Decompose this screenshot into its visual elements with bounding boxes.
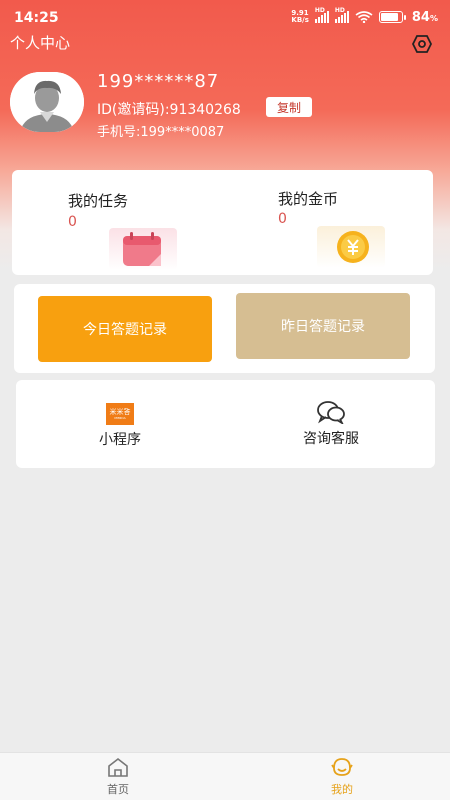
username: 199******87 — [97, 71, 220, 92]
nav-label-mine: 我的 — [331, 783, 353, 796]
page-title: 个人中心 — [10, 34, 71, 52]
battery-percent: 84% — [411, 9, 438, 25]
signal-1-icon: HD — [314, 7, 329, 23]
chat-bubbles-icon — [317, 401, 345, 424]
nav-label-home: 首页 — [107, 783, 129, 796]
network-speed: 9.91 KB/s — [291, 10, 308, 24]
mini-program-logo-subtext: MIMIDA — [114, 416, 126, 420]
nav-item-mine[interactable]: 我的 — [312, 757, 372, 797]
my-tasks-value: 0 — [68, 214, 77, 230]
battery-icon — [378, 11, 406, 23]
avatar-silhouette-icon — [10, 72, 84, 132]
mini-program-item[interactable]: 米米答 MIMIDA 小程序 — [88, 403, 152, 449]
records-card: 今日答题记录 昨日答题记录 — [14, 284, 435, 373]
status-bar: 14:25 9.91 KB/s HD HD 84% — [0, 0, 450, 30]
my-tasks-label: 我的任务 — [68, 192, 129, 210]
stats-card: 我的任务 0 我的金币 0 — [12, 170, 433, 275]
task-illustration — [109, 228, 177, 270]
phone-number: 手机号:199****0087 — [97, 125, 225, 140]
battery-fill — [380, 13, 398, 21]
yesterday-records-button[interactable]: 昨日答题记录 — [236, 293, 410, 359]
calendar-icon — [123, 232, 161, 266]
signal-badge-2: HD — [334, 7, 345, 14]
signal-badge: HD — [314, 7, 325, 14]
coin-illustration — [317, 226, 385, 268]
bottom-nav: 首页 我的 — [0, 752, 450, 800]
consult-service-item[interactable]: 咨询客服 — [294, 400, 368, 448]
avatar[interactable] — [10, 72, 84, 132]
copy-button[interactable]: 复制 — [266, 97, 312, 117]
status-time: 14:25 — [14, 10, 59, 26]
network-speed-unit: KB/s — [291, 16, 309, 24]
status-indicators: 9.91 KB/s HD HD 84% — [291, 7, 438, 26]
mini-program-logo-text: 米米答 — [109, 408, 131, 416]
home-icon — [108, 757, 128, 777]
mini-program-logo: 米米答 MIMIDA — [106, 403, 134, 425]
invite-id: ID(邀请码):91340268 — [97, 102, 241, 118]
today-records-button[interactable]: 今日答题记录 — [38, 296, 212, 362]
nav-item-home[interactable]: 首页 — [88, 757, 148, 797]
settings-icon[interactable] — [412, 35, 432, 53]
mini-program-label: 小程序 — [99, 432, 141, 448]
signal-2-icon: HD — [334, 7, 349, 23]
tools-card: 米米答 MIMIDA 小程序 咨询客服 — [16, 380, 435, 468]
consult-service-label: 咨询客服 — [303, 431, 359, 447]
profile-screen: 14:25 9.91 KB/s HD HD 84% 个人中心 199******… — [0, 0, 450, 800]
my-coins-value: 0 — [278, 211, 287, 227]
wifi-icon — [355, 11, 373, 23]
profile-face-icon — [331, 758, 353, 776]
my-coins-label: 我的金币 — [278, 190, 339, 208]
coin-icon — [337, 231, 369, 263]
